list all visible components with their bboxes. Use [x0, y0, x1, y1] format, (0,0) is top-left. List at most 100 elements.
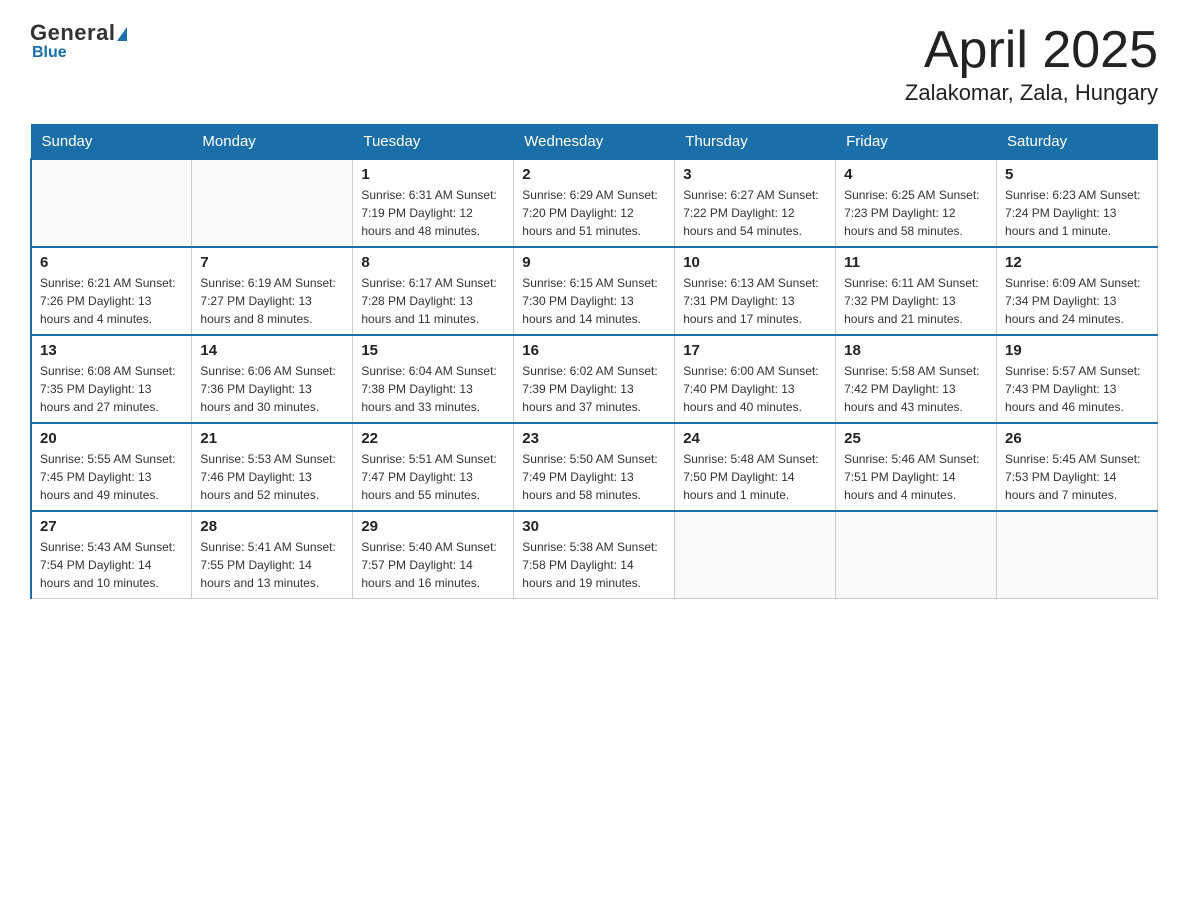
table-row: 6Sunrise: 6:21 AM Sunset: 7:26 PM Daylig… [31, 247, 192, 335]
table-row: 9 Sunrise: 6:15 AM Sunset: 7:30 PM Daylig… [514, 247, 675, 335]
table-row: 18 Sunrise: 5:58 AM Sunset: 7:42 PM Dayli… [836, 335, 997, 423]
day-number: 22 [361, 430, 505, 447]
day-info: Sunrise: 6:27 AM Sunset: 7:22 PM Dayligh… [683, 186, 827, 240]
day-info: Sunrise: 5:40 AM Sunset: 7:57 PM Dayligh… [361, 538, 505, 592]
day-info: Sunrise: 6:08 AM Sunset: 7:35 PM Dayligh… [40, 362, 183, 416]
page-title: April 2025 [905, 20, 1158, 80]
table-row: 15Sunrise: 6:04 AM Sunset: 7:38 PM Dayli… [353, 335, 514, 423]
day-number: 23 [522, 430, 666, 447]
page-subtitle: Zalakomar, Zala, Hungary [905, 80, 1158, 106]
day-info: Sunrise: 6:23 AM Sunset: 7:24 PM Dayligh… [1005, 186, 1149, 240]
table-row: 2 Sunrise: 6:29 AM Sunset: 7:20 PM Daylig… [514, 159, 675, 247]
table-row: 17Sunrise: 6:00 AM Sunset: 7:40 PM Dayli… [675, 335, 836, 423]
table-row: 3Sunrise: 6:27 AM Sunset: 7:22 PM Daylig… [675, 159, 836, 247]
day-info: Sunrise: 5:38 AM Sunset: 7:58 PM Dayligh… [522, 538, 666, 592]
day-number: 30 [522, 518, 666, 535]
day-number: 18 [844, 342, 988, 359]
day-info: Sunrise: 5:58 AM Sunset: 7:42 PM Dayligh… [844, 362, 988, 416]
day-number: 8 [361, 254, 505, 271]
table-row: 5 Sunrise: 6:23 AM Sunset: 7:24 PM Daylig… [997, 159, 1158, 247]
calendar-week-row: 13 Sunrise: 6:08 AM Sunset: 7:35 PM Dayli… [31, 335, 1158, 423]
table-row: 8 Sunrise: 6:17 AM Sunset: 7:28 PM Daylig… [353, 247, 514, 335]
table-row: 20Sunrise: 5:55 AM Sunset: 7:45 PM Dayli… [31, 423, 192, 511]
day-number: 27 [40, 518, 183, 535]
day-number: 29 [361, 518, 505, 535]
table-row: 23 Sunrise: 5:50 AM Sunset: 7:49 PM Dayli… [514, 423, 675, 511]
day-info: Sunrise: 5:41 AM Sunset: 7:55 PM Dayligh… [200, 538, 344, 592]
day-number: 12 [1005, 254, 1149, 271]
table-row [31, 159, 192, 247]
day-number: 14 [200, 342, 344, 359]
logo-blue-text: Blue [32, 44, 67, 62]
day-number: 5 [1005, 166, 1149, 183]
day-number: 24 [683, 430, 827, 447]
table-row: 24 Sunrise: 5:48 AM Sunset: 7:50 PM Dayli… [675, 423, 836, 511]
day-info: Sunrise: 6:04 AM Sunset: 7:38 PM Dayligh… [361, 362, 505, 416]
logo-text: General [30, 20, 127, 46]
day-info: Sunrise: 5:53 AM Sunset: 7:46 PM Dayligh… [200, 450, 344, 504]
table-row: 12Sunrise: 6:09 AM Sunset: 7:34 PM Dayli… [997, 247, 1158, 335]
table-row [997, 511, 1158, 599]
day-number: 28 [200, 518, 344, 535]
day-number: 11 [844, 254, 988, 271]
title-block: April 2025 Zalakomar, Zala, Hungary [905, 20, 1158, 106]
day-number: 25 [844, 430, 988, 447]
table-row: 26Sunrise: 5:45 AM Sunset: 7:53 PM Dayli… [997, 423, 1158, 511]
header-monday: Monday [192, 125, 353, 160]
table-row: 29 Sunrise: 5:40 AM Sunset: 7:57 PM Dayli… [353, 511, 514, 599]
page-header: General Blue April 2025 Zalakomar, Zala,… [30, 20, 1158, 106]
day-info: Sunrise: 6:06 AM Sunset: 7:36 PM Dayligh… [200, 362, 344, 416]
day-info: Sunrise: 5:43 AM Sunset: 7:54 PM Dayligh… [40, 538, 183, 592]
day-number: 9 [522, 254, 666, 271]
day-info: Sunrise: 6:17 AM Sunset: 7:28 PM Dayligh… [361, 274, 505, 328]
header-thursday: Thursday [675, 125, 836, 160]
table-row: 22 Sunrise: 5:51 AM Sunset: 7:47 PM Dayli… [353, 423, 514, 511]
table-row: 28 Sunrise: 5:41 AM Sunset: 7:55 PM Dayli… [192, 511, 353, 599]
day-info: Sunrise: 6:13 AM Sunset: 7:31 PM Dayligh… [683, 274, 827, 328]
table-row [192, 159, 353, 247]
day-number: 13 [40, 342, 183, 359]
table-row: 7Sunrise: 6:19 AM Sunset: 7:27 PM Daylig… [192, 247, 353, 335]
calendar-week-row: 27 Sunrise: 5:43 AM Sunset: 7:54 PM Dayli… [31, 511, 1158, 599]
day-info: Sunrise: 6:15 AM Sunset: 7:30 PM Dayligh… [522, 274, 666, 328]
table-row: 21Sunrise: 5:53 AM Sunset: 7:46 PM Dayli… [192, 423, 353, 511]
day-info: Sunrise: 5:51 AM Sunset: 7:47 PM Dayligh… [361, 450, 505, 504]
day-info: Sunrise: 6:29 AM Sunset: 7:20 PM Dayligh… [522, 186, 666, 240]
logo-triangle-icon [117, 27, 127, 41]
day-number: 1 [361, 166, 505, 183]
day-info: Sunrise: 6:00 AM Sunset: 7:40 PM Dayligh… [683, 362, 827, 416]
day-info: Sunrise: 5:55 AM Sunset: 7:45 PM Dayligh… [40, 450, 183, 504]
day-info: Sunrise: 6:02 AM Sunset: 7:39 PM Dayligh… [522, 362, 666, 416]
table-row: 13 Sunrise: 6:08 AM Sunset: 7:35 PM Dayli… [31, 335, 192, 423]
calendar-week-row: 6Sunrise: 6:21 AM Sunset: 7:26 PM Daylig… [31, 247, 1158, 335]
table-row: 1Sunrise: 6:31 AM Sunset: 7:19 PM Daylig… [353, 159, 514, 247]
table-row: 19Sunrise: 5:57 AM Sunset: 7:43 PM Dayli… [997, 335, 1158, 423]
day-info: Sunrise: 5:50 AM Sunset: 7:49 PM Dayligh… [522, 450, 666, 504]
day-info: Sunrise: 5:46 AM Sunset: 7:51 PM Dayligh… [844, 450, 988, 504]
day-number: 2 [522, 166, 666, 183]
header-friday: Friday [836, 125, 997, 160]
table-row: 14 Sunrise: 6:06 AM Sunset: 7:36 PM Dayli… [192, 335, 353, 423]
day-info: Sunrise: 5:57 AM Sunset: 7:43 PM Dayligh… [1005, 362, 1149, 416]
calendar-header-row: Sunday Monday Tuesday Wednesday Thursday… [31, 125, 1158, 160]
header-tuesday: Tuesday [353, 125, 514, 160]
day-info: Sunrise: 5:48 AM Sunset: 7:50 PM Dayligh… [683, 450, 827, 504]
table-row: 25 Sunrise: 5:46 AM Sunset: 7:51 PM Dayli… [836, 423, 997, 511]
header-saturday: Saturday [997, 125, 1158, 160]
calendar-week-row: 1Sunrise: 6:31 AM Sunset: 7:19 PM Daylig… [31, 159, 1158, 247]
table-row: 27 Sunrise: 5:43 AM Sunset: 7:54 PM Dayli… [31, 511, 192, 599]
table-row: 11 Sunrise: 6:11 AM Sunset: 7:32 PM Dayli… [836, 247, 997, 335]
calendar-table: Sunday Monday Tuesday Wednesday Thursday… [30, 124, 1158, 599]
table-row: 30 Sunrise: 5:38 AM Sunset: 7:58 PM Dayli… [514, 511, 675, 599]
day-info: Sunrise: 6:19 AM Sunset: 7:27 PM Dayligh… [200, 274, 344, 328]
day-info: Sunrise: 6:11 AM Sunset: 7:32 PM Dayligh… [844, 274, 988, 328]
calendar-week-row: 20Sunrise: 5:55 AM Sunset: 7:45 PM Dayli… [31, 423, 1158, 511]
header-sunday: Sunday [31, 125, 192, 160]
day-number: 26 [1005, 430, 1149, 447]
day-number: 4 [844, 166, 988, 183]
header-wednesday: Wednesday [514, 125, 675, 160]
day-number: 16 [522, 342, 666, 359]
day-number: 10 [683, 254, 827, 271]
day-info: Sunrise: 6:25 AM Sunset: 7:23 PM Dayligh… [844, 186, 988, 240]
day-number: 6 [40, 254, 183, 271]
